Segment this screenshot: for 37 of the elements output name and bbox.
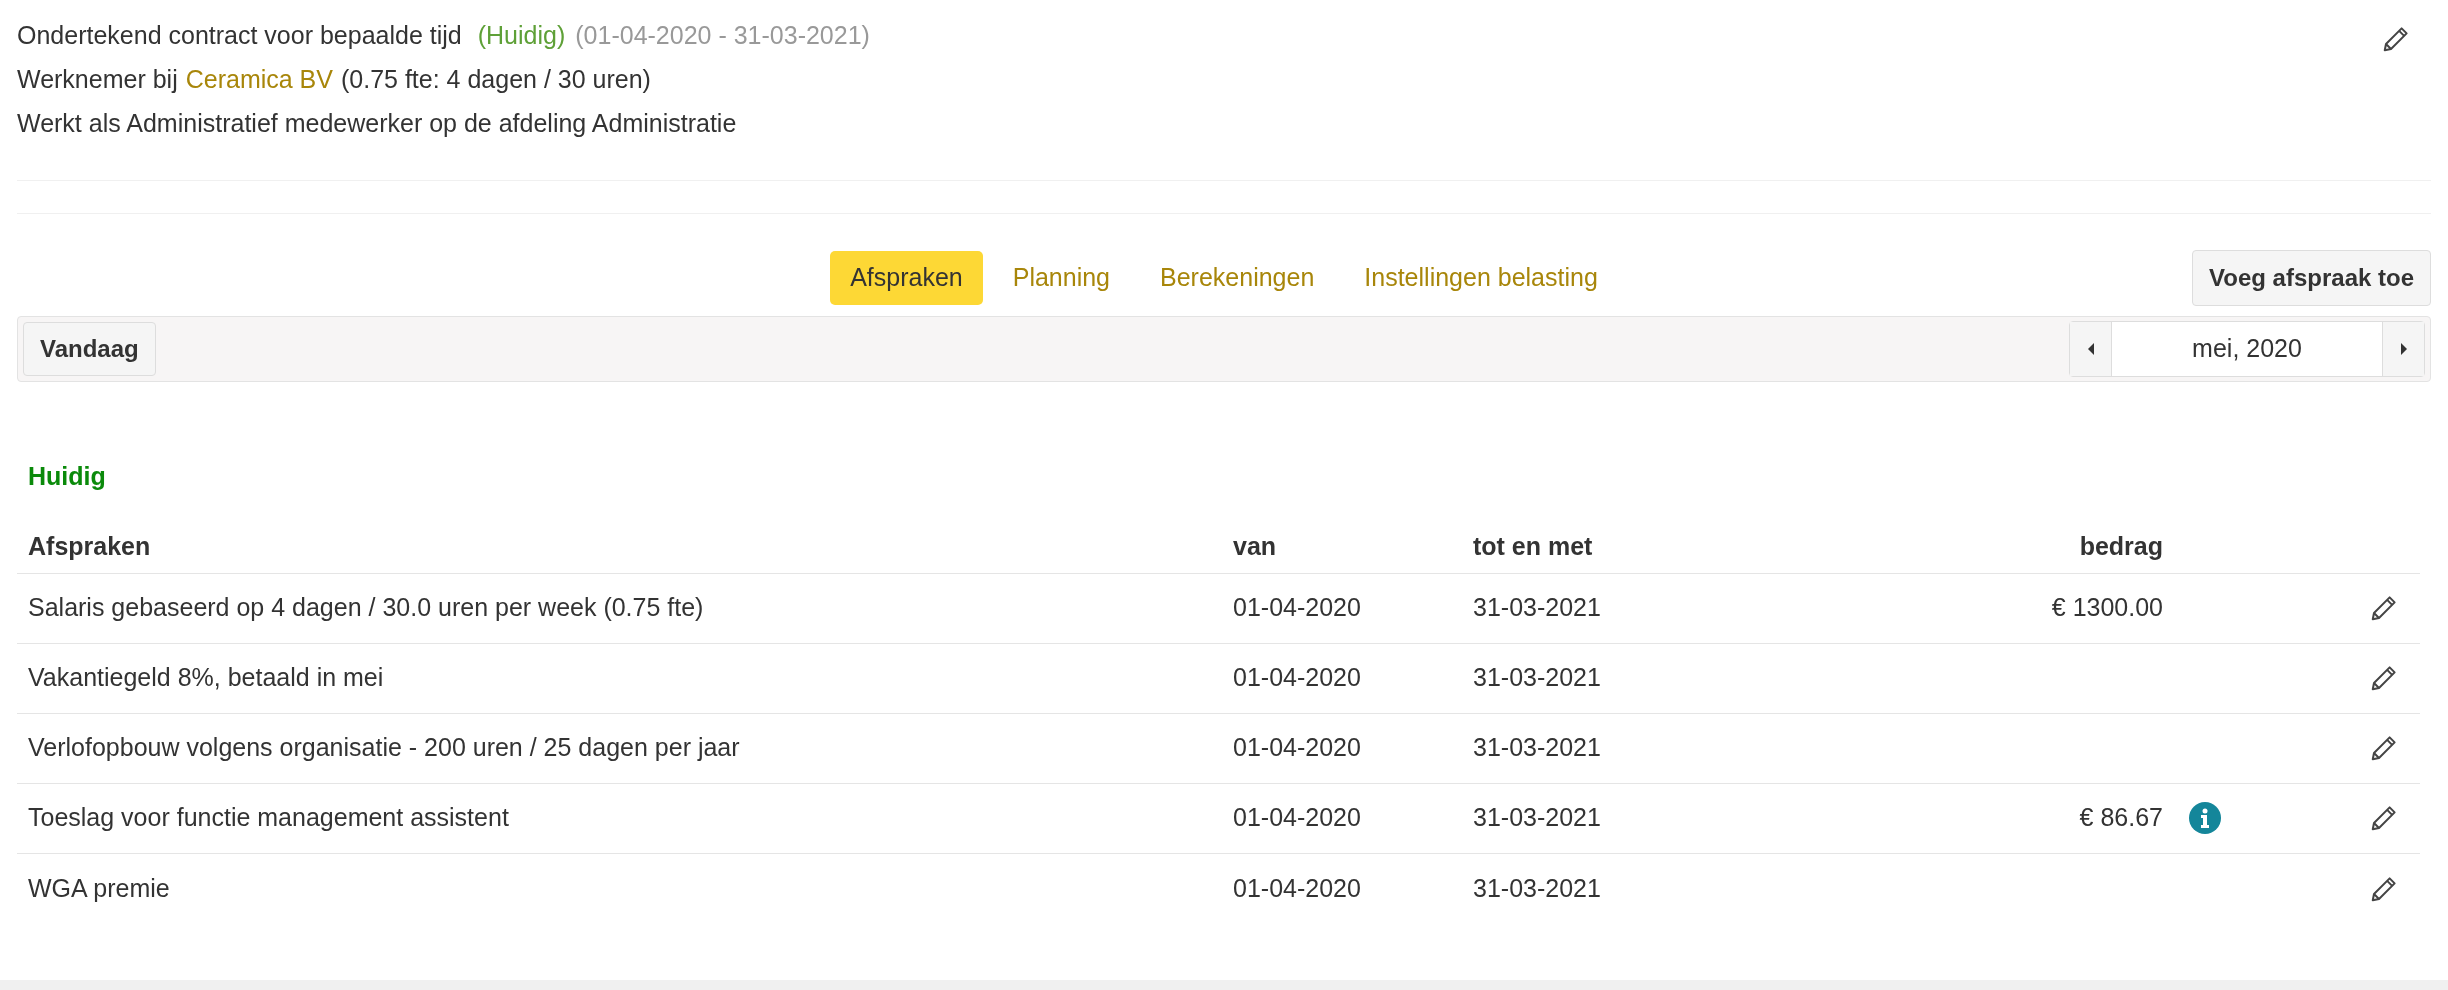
table-cell-text: Vakantiegeld 8%, betaald in mei — [28, 662, 385, 694]
status-label: (Huidig) — [477, 20, 566, 51]
contract-period: (01-04-2020 - 31-03-2021) — [575, 20, 870, 51]
today-button[interactable]: Vandaag — [23, 322, 156, 376]
table-cell-text: 01-04-2020 — [1233, 872, 1362, 904]
table-cell: € 86.67 — [2079, 803, 2163, 832]
table-cell: € 1300.00 — [2051, 593, 2163, 622]
table-cell-text: Toeslag voor functie management assistent — [28, 802, 510, 834]
table-cell-text: 31-03-2021 — [1473, 732, 1602, 764]
add-agreement-button[interactable]: Voeg afspraak toe — [2192, 250, 2431, 306]
table-cell-text: Salaris gebaseerd op 4 dagen / 30.0 uren per week (0.75 fte) — [28, 592, 705, 624]
column-header: Afspraken — [28, 531, 151, 563]
column-header: bedrag — [2079, 531, 2163, 563]
column-header: tot en met — [1473, 531, 1593, 563]
table-cell-text: 31-03-2021 — [1473, 662, 1602, 694]
contract-title: Ondertekend contract voor bepaalde tijd — [17, 20, 462, 51]
table-cell-text: 01-04-2020 — [1233, 662, 1362, 694]
pencil-icon[interactable] — [2369, 733, 2399, 763]
column-header: van — [1233, 531, 1277, 563]
tab[interactable]: Afspraken — [830, 251, 983, 305]
employment-details: (0.75 fte: 4 dagen / 30 uren) — [340, 64, 651, 95]
table-cell-text: Verlofopbouw volgens organisatie - 200 uren / 25 dagen per jaar — [28, 732, 741, 764]
table-cell-text: 01-04-2020 — [1233, 802, 1362, 834]
table-cell-text: 31-03-2021 — [1473, 802, 1602, 834]
pencil-icon[interactable] — [2369, 803, 2399, 833]
role-text: Werkt als Administratief medewerker op de afdeling Administratie — [17, 108, 738, 139]
employer-prefix: Werknemer bij — [17, 64, 178, 95]
table-cell-text: 01-04-2020 — [1233, 592, 1362, 624]
info-icon[interactable] — [2189, 802, 2221, 834]
pencil-icon[interactable] — [2369, 663, 2399, 693]
pencil-icon[interactable] — [2369, 593, 2399, 623]
pencil-icon[interactable] — [2381, 24, 2411, 54]
table-cell-text: 31-03-2021 — [1473, 592, 1602, 624]
section-title: Huidig — [28, 462, 106, 490]
table-cell-text: 01-04-2020 — [1233, 732, 1362, 764]
table-cell-text: WGA premie — [28, 872, 171, 904]
table-cell-text: 31-03-2021 — [1473, 872, 1602, 904]
